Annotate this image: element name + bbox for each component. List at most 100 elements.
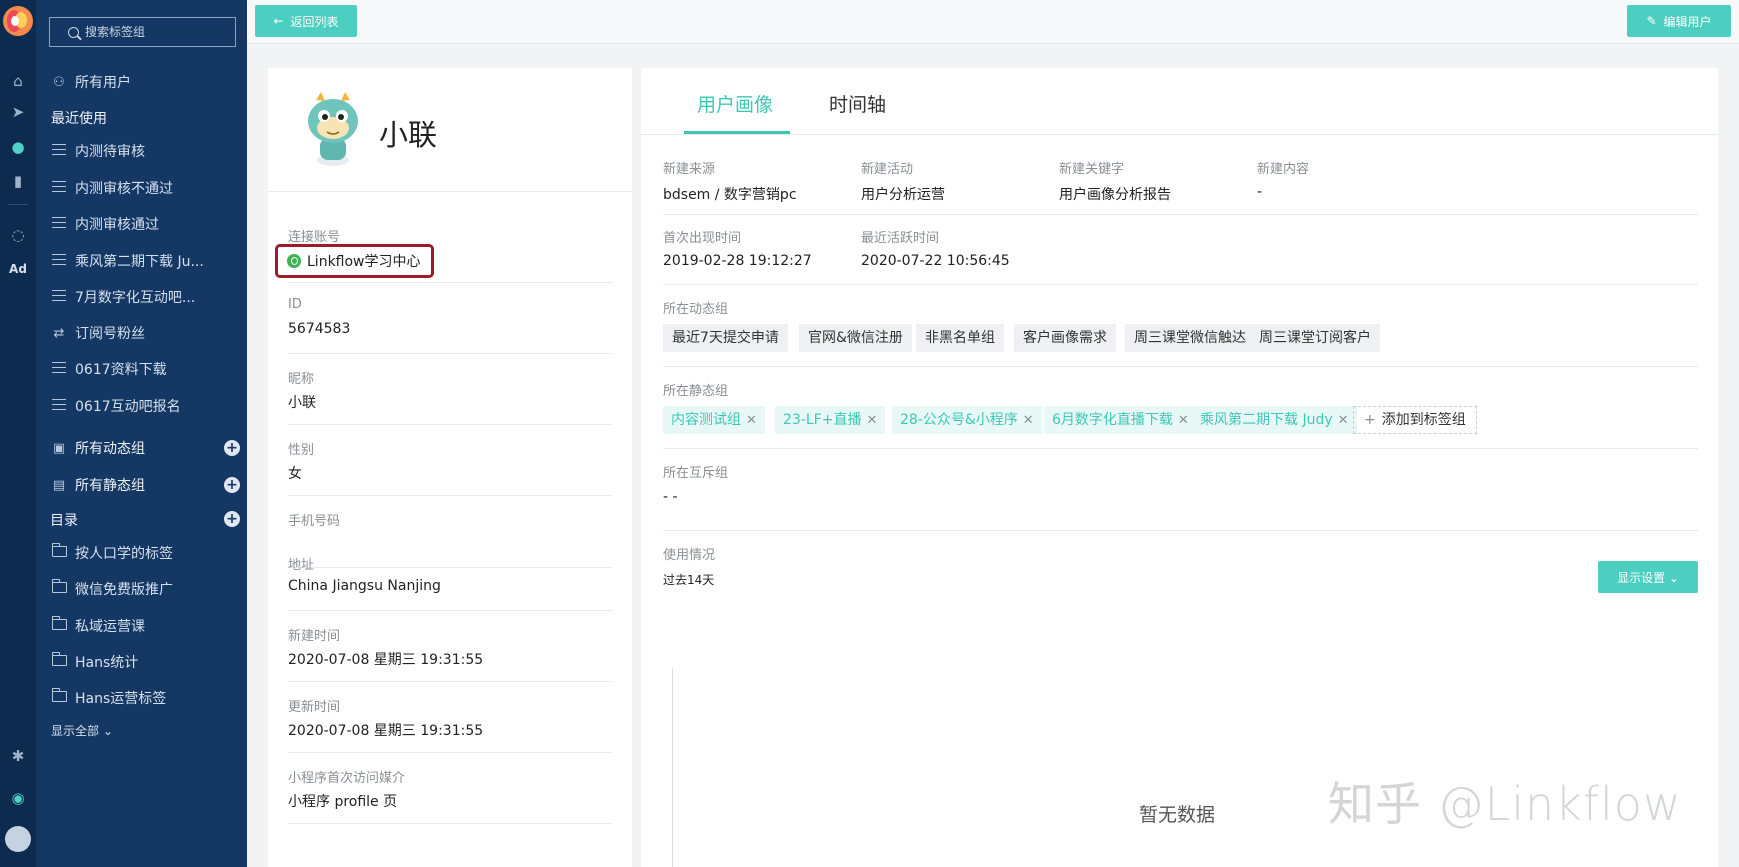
gear-icon[interactable]: ✱ [0,743,36,769]
back-to-list-button[interactable]: ← 返回列表 [255,5,357,37]
dynamic-tag[interactable]: 客户画像需求 [1014,324,1116,352]
profile-panel: 小联 连接账号 Linkflow学习中心 ID 5674583 昵称 小联 性别… [268,68,632,867]
top-bar: ← 返回列表 ✎ 编辑用户 [247,0,1739,44]
static-tag[interactable]: 乘风第二期下载 Judy ✕ [1192,406,1357,434]
show-all-link[interactable]: 显示全部 ⌄ [51,718,241,742]
close-icon[interactable]: ✕ [1178,413,1189,428]
chart-icon[interactable]: ▮ [0,168,36,194]
sidebar-item-recent[interactable]: 0617互动吧报名 [50,394,240,418]
sidebar-item-recent[interactable]: 0617资料下载 [50,357,240,381]
tab-timeline[interactable]: 时间轴 [829,90,886,117]
created-time-field: 新建时间 2020-07-08 星期三 19:31:55 [288,611,612,682]
mutex-groups-section: 所在互斥组 - - [663,449,1698,531]
nickname-field: 昵称 小联 [288,354,612,425]
icon-rail: ⌂ ➤ ● ▮ ◌ Ad ✱ ◉ [0,0,36,867]
user-name: 小联 [379,118,438,152]
chart-axis [672,668,673,867]
dynamic-tag[interactable]: 周三课堂订阅客户 [1250,324,1380,352]
folder-icon [50,651,68,670]
catalog-heading: 目录 [50,513,78,529]
static-tag[interactable]: 28-公众号&小程序 ✕ [892,406,1042,434]
tab-user-profile[interactable]: 用户画像 [697,90,773,117]
close-icon[interactable]: ✕ [866,413,877,428]
detail-panel: 用户画像 时间轴 新建来源 bdsem / 数字营销pc 新建活动 用户分析运营… [641,68,1718,867]
last-active-value: 2020-07-22 10:56:45 [861,253,1010,269]
sidebar-folder[interactable]: 按人口学的标签 [50,541,240,565]
sidebar-folder[interactable]: Hans运营标签 [50,686,240,710]
sidebar-item-static-groups[interactable]: ▤ 所有静态组 [50,473,240,497]
folder-icon [50,615,68,634]
sidebar-item-recent[interactable]: 乘风第二期下载 Ju... [50,249,240,273]
mascot-avatar [308,92,358,166]
sidebar-folder[interactable]: 私域运营课 [50,614,240,638]
app-logo-icon[interactable] [3,6,33,36]
rail-divider [8,204,28,205]
avatar-icon[interactable] [0,826,36,852]
usage-range: 过去14天 [663,573,715,587]
watermark: 知乎 @Linkflow [1328,777,1682,831]
profile-header: 小联 [268,68,632,192]
sidebar-folder[interactable]: 微信免费版推广 [50,577,240,601]
static-groups-section: 所在静态组 内容测试组 ✕ 23-LF+直播 ✕ 28-公众号&小程序 ✕ 6月数字化… [663,367,1698,449]
edit-user-button[interactable]: ✎ 编辑用户 [1627,5,1731,37]
display-settings-button[interactable]: 显示设置 ⌄ [1598,561,1698,593]
list-icon [50,253,68,269]
tab-bar: 用户画像 时间轴 [641,68,1718,135]
sidebar-item-recent[interactable]: ⇄ 订阅号粉丝 [50,321,240,345]
add-dynamic-group-icon[interactable]: + [224,440,240,456]
list-icon [50,180,68,196]
search-input[interactable] [85,25,225,39]
message-icon[interactable]: ◉ [0,785,36,811]
list-icon [50,398,68,414]
dynamic-groups-section: 所在动态组 最近7天提交申请 官网&微信注册 非黑名单组 客户画像需求 周三课堂… [663,285,1698,367]
arrow-left-icon: ← [273,14,284,28]
connected-account-field: 连接账号 Linkflow学习中心 [275,212,612,283]
tag-group-search[interactable] [49,17,236,47]
keyword-value: 用户画像分析报告 [1059,187,1171,203]
source-section: 新建来源 bdsem / 数字营销pc 新建活动 用户分析运营 新建关键字 用户… [663,148,1698,215]
updated-time-field: 更新时间 2020-07-08 星期三 19:31:55 [288,682,612,753]
send-icon[interactable]: ➤ [0,99,36,125]
dynamic-tag[interactable]: 非黑名单组 [916,324,1004,352]
list-icon [50,361,68,377]
sidebar-item-recent[interactable]: 内测待审核 [50,139,240,163]
gender-field: 性别 女 [288,425,612,496]
sidebar-item-recent[interactable]: 内测审核不通过 [50,176,240,200]
miniprogram-field: 小程序首次访问媒介 小程序 profile 页 [288,753,612,824]
sidebar-item-dynamic-groups[interactable]: ▣ 所有动态组 [50,436,240,460]
add-static-group-icon[interactable]: + [224,477,240,493]
folder-icon [50,542,68,561]
static-tag[interactable]: 23-LF+直播 ✕ [775,406,886,434]
chat-bubbles-icon[interactable]: ◌ [0,222,36,248]
pencil-icon: ✎ [1646,14,1657,28]
connected-account-badge[interactable]: Linkflow学习中心 [275,244,434,278]
list-icon [50,216,68,232]
sidebar-folder[interactable]: Hans统计 [50,650,240,674]
static-tag[interactable]: 内容测试组 ✕ [663,406,765,434]
first-seen-value: 2019-02-28 19:12:27 [663,253,812,269]
close-icon[interactable]: ✕ [1023,413,1034,428]
dynamic-tag[interactable]: 最近7天提交申请 [663,324,788,352]
active-tab-indicator [684,131,790,134]
sidebar-item-recent[interactable]: 内测审核通过 [50,212,240,236]
close-icon[interactable]: ✕ [746,413,757,428]
mutex-value: - - [663,489,678,505]
search-icon [68,26,79,38]
add-to-tag-group-button[interactable]: + 添加到标签组 [1353,406,1477,434]
user-icon[interactable]: ● [0,134,36,160]
static-tag[interactable]: 6月数字化直播下载 ✕ [1044,406,1197,434]
ad-icon[interactable]: Ad [0,256,36,282]
sidebar-item-recent[interactable]: 7月数字化互动吧... [50,285,240,309]
dynamic-group-icon: ▣ [52,440,66,456]
home-icon[interactable]: ⌂ [0,68,36,94]
dynamic-tag[interactable]: 官网&微信注册 [799,324,912,352]
close-icon[interactable]: ✕ [1338,413,1349,428]
activity-time-section: 首次出现时间 2019-02-28 19:12:27 最近活跃时间 2020-0… [663,215,1698,285]
sidebar: ⚇ 所有用户 最近使用 内测待审核 内测审核不通过 内测审核通过 乘风第二期下载… [36,0,247,867]
usage-section: 使用情况 过去14天 显示设置 ⌄ [663,531,1698,631]
address-field: 地址 China Jiangsu Nanjing [288,540,612,611]
plus-icon: + [1364,412,1376,428]
dynamic-tag[interactable]: 周三课堂微信触达 [1125,324,1255,352]
sidebar-item-all-users[interactable]: ⚇ 所有用户 [50,70,240,94]
add-catalog-icon[interactable]: + [224,511,240,527]
